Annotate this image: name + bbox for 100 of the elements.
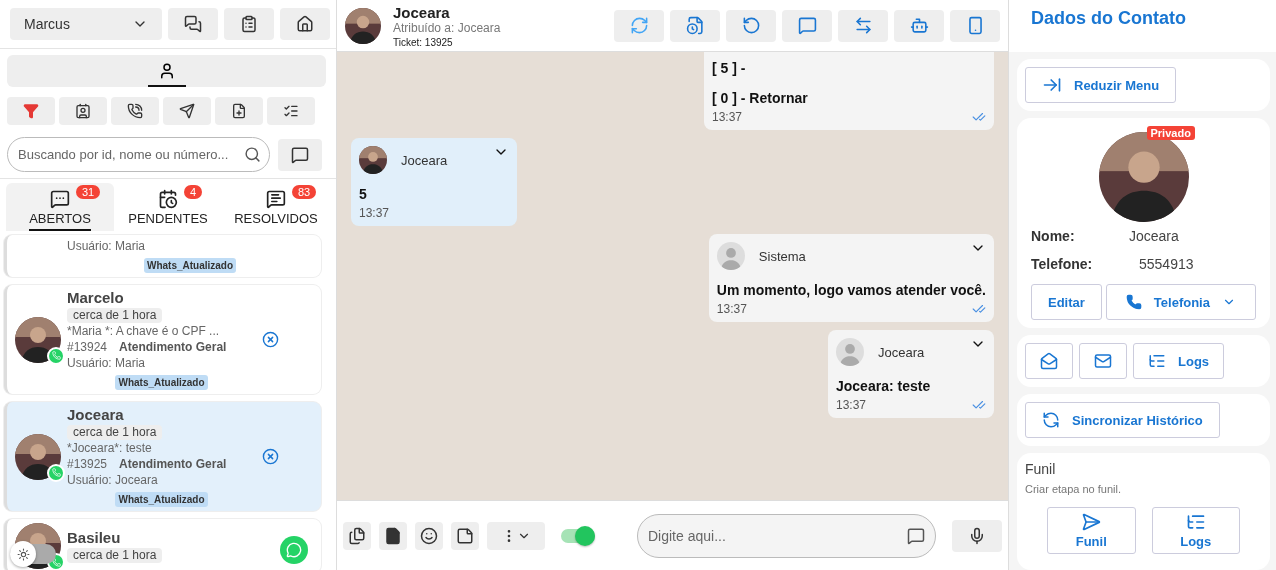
sender-name: Joceara [878, 344, 925, 360]
message-icon [797, 16, 817, 35]
connection-tag: Whats_Atualizado [115, 375, 208, 390]
message-text: 5 [359, 186, 368, 202]
telephony-button[interactable]: Telefonia [1105, 284, 1256, 320]
ticket-number: Ticket: 13925 [393, 36, 453, 48]
avatar [836, 338, 864, 366]
phone-icon [1125, 294, 1142, 310]
time-chip: cerca de 1 hora [67, 425, 163, 440]
clipboard-button[interactable] [224, 8, 274, 40]
undo-button[interactable] [726, 9, 776, 42]
private-badge: Privado [1146, 126, 1195, 140]
search-input[interactable]: Buscando por id, nome ou número... [18, 147, 240, 162]
connection-tag: Whats_Atualizado [143, 258, 237, 273]
avatar [716, 242, 745, 270]
clipboard-icon [240, 15, 258, 33]
phone-call-button[interactable] [111, 97, 159, 125]
filter-icon [23, 103, 39, 119]
phone-call-icon [127, 103, 143, 119]
logs-button[interactable]: Logs [1133, 343, 1225, 379]
sender-name: Sistema [758, 248, 806, 264]
message-lines-icon [266, 189, 286, 209]
file-icon [384, 526, 402, 545]
contact-card-button[interactable] [59, 97, 107, 125]
read-ticks-icon [972, 110, 986, 124]
note-add-button[interactable] [215, 97, 263, 125]
logs-button[interactable]: Logs [1151, 507, 1240, 554]
message-time: 13:37 [712, 110, 743, 124]
signature-toggle[interactable] [561, 528, 595, 543]
read-ticks-icon [972, 302, 986, 316]
ticket-card[interactable]: Basileu cerca de 1 hora [4, 519, 321, 570]
filter-button[interactable] [7, 97, 55, 125]
collapse-button[interactable]: Reduzir Menu [1025, 67, 1177, 103]
transfer-button[interactable] [838, 9, 888, 42]
sticker-button[interactable] [451, 521, 479, 550]
ticket-card[interactable]: Usuário: Maria Whats_Atualizado [4, 235, 321, 277]
files-button[interactable] [343, 521, 371, 550]
message-time: 13:37 [359, 206, 390, 220]
microphone-button[interactable] [952, 519, 1002, 552]
smiley-icon [420, 526, 438, 545]
search-icon [244, 146, 261, 163]
bot-button[interactable] [894, 9, 944, 42]
message-preview: *Joceara*: teste [67, 441, 152, 456]
note-add-icon [231, 103, 247, 119]
mail-button[interactable] [1079, 343, 1127, 379]
ticket-card[interactable]: Joceara cerca de 1 hora *Joceara*: teste #13925 Atendimento Geral Usuário: Joceara Whats_Atualizado [4, 402, 321, 511]
quick-reply-icon[interactable] [907, 526, 925, 545]
send-button[interactable] [163, 97, 211, 125]
funnel-button[interactable]: Funil [1047, 507, 1136, 554]
field-label: Nome: [1031, 228, 1076, 244]
checklist-button[interactable] [267, 97, 315, 125]
status-tab[interactable]: 31 ABERTOS [6, 183, 114, 231]
field-value: Joceara [1128, 228, 1180, 244]
chats-button[interactable] [168, 8, 218, 40]
sticky-note-icon [456, 526, 474, 545]
contact-name: Joceara [393, 3, 450, 21]
home-icon [296, 15, 314, 33]
ticket-card[interactable]: Marcelo cerca de 1 hora *Maria *: A chave é o CPF ... #13924 Atendimento Geral Usuário: Maria Whats_Atualizado [4, 285, 321, 394]
count-badge: 31 [76, 185, 101, 199]
list-icon [1185, 512, 1206, 532]
schedule-button[interactable] [670, 9, 720, 42]
theme-toggle[interactable] [10, 544, 56, 564]
assigned-to: Atribuído a: Joceara [393, 20, 501, 35]
emoji-button[interactable] [415, 521, 443, 550]
contact-name: Joceara [67, 406, 124, 424]
contact-name: Marcelo [67, 289, 124, 307]
user-select[interactable]: Marcus [10, 8, 162, 40]
close-icon[interactable] [262, 448, 279, 465]
avatar [15, 433, 61, 480]
open-envelope-icon [1040, 352, 1058, 370]
avatar [345, 7, 381, 44]
status-tab[interactable]: 4 PENDENTES [114, 183, 222, 231]
ticket-info: #13924 Atendimento Geral [67, 340, 227, 355]
close-icon[interactable] [262, 331, 279, 348]
message-text: [ 0 ] - Retornar [712, 90, 809, 106]
time-chip: cerca de 1 hora [67, 308, 163, 323]
mail-open-button[interactable] [1025, 343, 1073, 379]
chat-icon [50, 189, 70, 209]
message-field[interactable]: Digite aqui... [637, 513, 936, 558]
collapse-icon [1042, 75, 1062, 95]
message-input[interactable]: Digite aqui... [648, 527, 907, 544]
field-label: Telefone: [1031, 256, 1094, 272]
avatar [15, 316, 61, 363]
message-text: Joceara: teste [836, 378, 932, 394]
edit-button[interactable]: Editar [1031, 284, 1102, 320]
file-button[interactable] [379, 521, 407, 550]
send-icon [179, 103, 195, 119]
sync-icon [1042, 411, 1060, 429]
calendar-clock-icon [158, 189, 178, 209]
phone-button[interactable] [950, 9, 1000, 42]
search-messages-button[interactable] [278, 138, 322, 171]
sync-history-button[interactable]: Sincronizar Histórico [1025, 402, 1220, 438]
message-text: [ 5 ] - [712, 60, 747, 76]
message-button[interactable] [782, 9, 832, 42]
refresh-button[interactable] [614, 9, 664, 42]
count-badge: 83 [292, 185, 317, 199]
contact-name: Basileu [67, 529, 121, 547]
home-button[interactable] [280, 8, 330, 40]
message-text: Um momento, logo vamos atender você. [716, 282, 986, 298]
status-tab[interactable]: 83 RESOLVIDOS [222, 183, 330, 231]
